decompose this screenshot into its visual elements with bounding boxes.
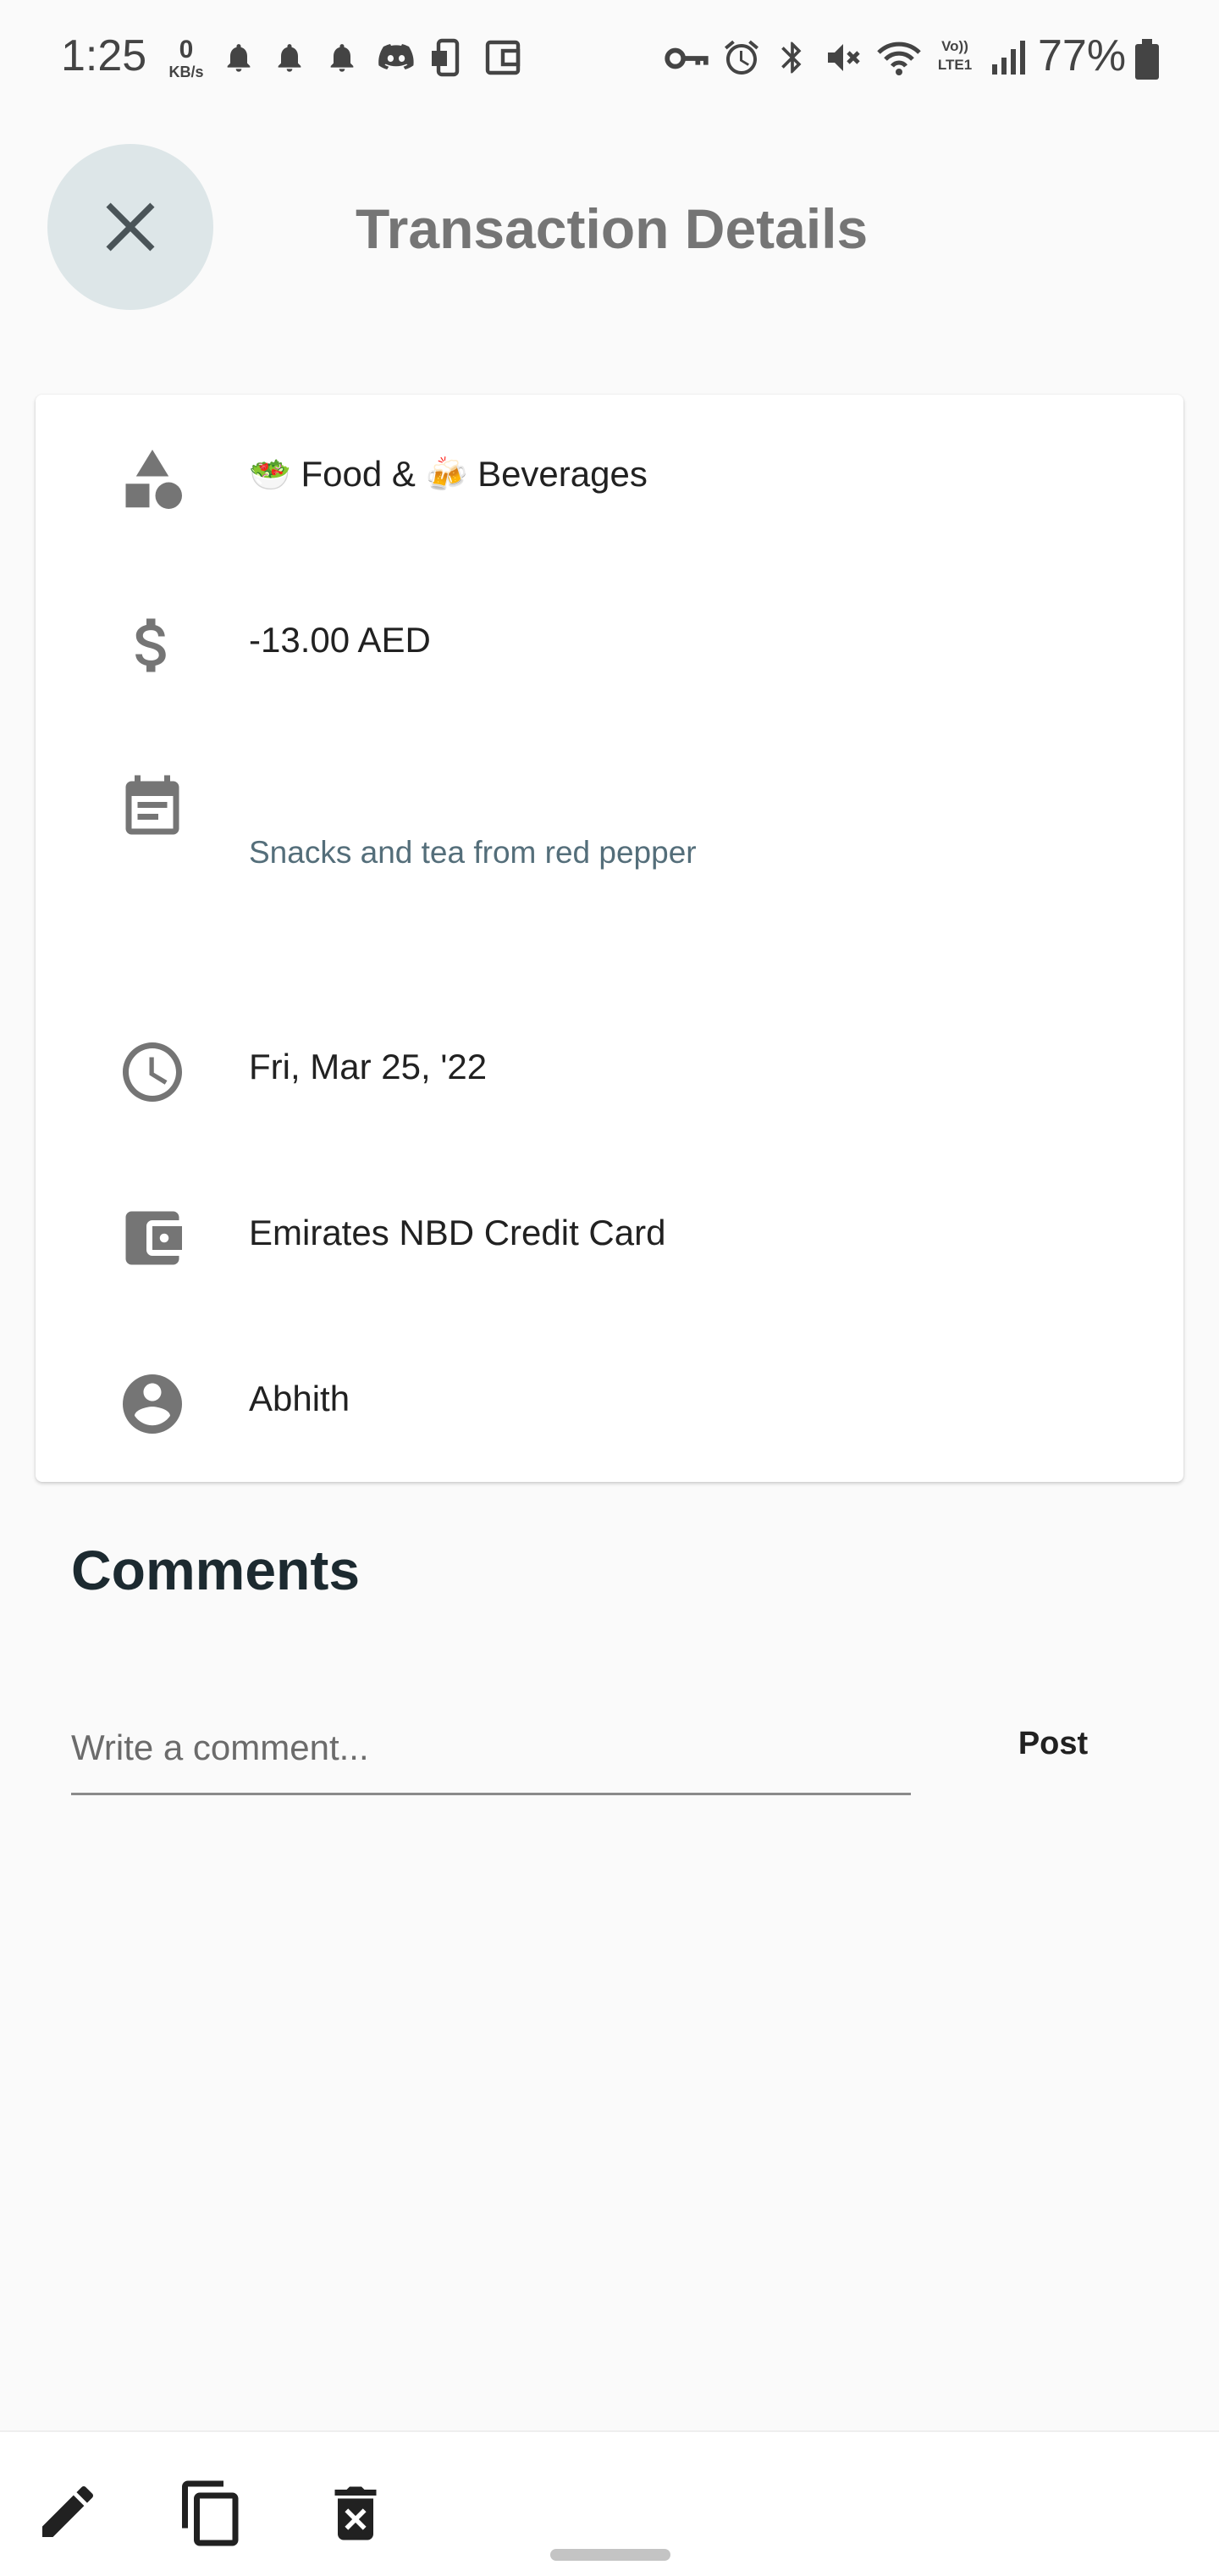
close-button[interactable]: [47, 144, 213, 310]
category-text-part2: Beverages: [477, 454, 648, 494]
bottom-action-bar: [0, 2430, 1219, 2576]
comments-title: Comments: [71, 1539, 361, 1601]
bluetooth-icon: [781, 41, 802, 74]
status-bar: 1:25 0 KB/s Vo)) LTE1 77%: [0, 0, 1219, 119]
transaction-details-card: 🥗 Food & 🍻 Beverages -13.00 AED Snacks a…: [36, 395, 1183, 1482]
network-speed-value: 0: [179, 36, 194, 64]
vpn-key-icon: [665, 47, 709, 69]
home-indicator[interactable]: [550, 2549, 670, 2561]
volte-label: Vo)): [941, 38, 968, 54]
close-icon: [106, 202, 155, 252]
amount-value: -13.00 AED: [249, 620, 431, 660]
wallet-app-icon: [485, 40, 521, 75]
notification-bell-icon: [227, 44, 251, 72]
note-value: Snacks and tea from red pepper: [249, 835, 697, 870]
discord-icon: [378, 44, 414, 69]
alarm-icon: [725, 40, 758, 75]
lte-label: LTE1: [937, 57, 973, 73]
page-title: Transaction Details: [356, 197, 869, 260]
volte-indicator: Vo)) LTE1: [929, 37, 980, 75]
trash-icon: [334, 2486, 377, 2540]
delete-button[interactable]: [320, 2478, 391, 2553]
status-time: 1:25: [61, 31, 147, 80]
wallet-icon: [125, 1211, 182, 1265]
notification-bell-icon: [330, 44, 354, 72]
comment-input[interactable]: [71, 1711, 911, 1795]
network-speed-unit: KB/s: [168, 64, 204, 80]
phone-sync-icon: [432, 38, 460, 77]
signal-icon: [992, 41, 1025, 75]
beer-emoji: 🍻: [425, 456, 468, 495]
account-value: Emirates NBD Credit Card: [249, 1213, 666, 1252]
network-speed: 0 KB/s: [163, 37, 210, 80]
edit-button[interactable]: [34, 2478, 102, 2550]
battery-icon: [1135, 39, 1159, 80]
category-label: 🥗 Food & 🍻 Beverages: [249, 454, 648, 495]
dollar-icon: [135, 618, 166, 672]
duplicate-button[interactable]: [176, 2478, 247, 2553]
payer-value: Abhith: [249, 1379, 350, 1418]
note-calendar-icon: [125, 775, 179, 835]
clock-icon: [123, 1042, 182, 1102]
mute-icon: [828, 44, 860, 71]
category-text-part1: Food &: [301, 454, 416, 494]
pencil-icon: [42, 2485, 94, 2537]
battery-percent: 77%: [1038, 31, 1127, 80]
post-button[interactable]: Post: [999, 1726, 1107, 1762]
account-circle-icon: [123, 1374, 182, 1434]
date-value: Fri, Mar 25, '22: [249, 1047, 488, 1086]
wifi-icon: [877, 41, 921, 75]
category-shapes-icon: [125, 450, 182, 509]
salad-emoji: 🥗: [249, 456, 291, 495]
notification-bell-icon: [278, 44, 301, 72]
copy-icon: [182, 2480, 239, 2546]
